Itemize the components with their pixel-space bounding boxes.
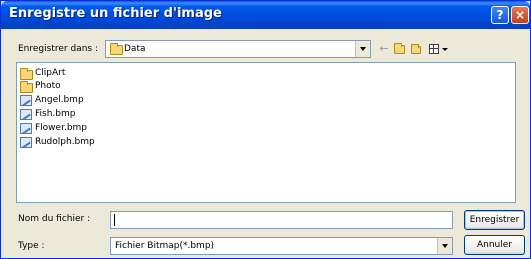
file-name: Photo — [35, 81, 61, 91]
dialog-title: Enregistre un fichier d'image — [9, 6, 222, 21]
view-menu-icon[interactable] — [429, 42, 451, 56]
file-name: Rudolph.bmp — [35, 137, 95, 147]
file-list[interactable]: ClipArt Photo Angel.bmp Fish.bmp Flower.… — [16, 62, 516, 203]
filename-input[interactable] — [110, 211, 453, 229]
file-name: Flower.bmp — [35, 123, 88, 133]
cancel-button[interactable]: Annuler — [464, 235, 525, 255]
filetype-combobox[interactable]: Fichier Bitmap(*.bmp) — [110, 237, 453, 255]
save-in-combobox[interactable]: Data — [105, 40, 371, 58]
folder-icon — [20, 81, 33, 93]
title-bar[interactable]: Enregistre un fichier d'image ? × — [1, 1, 530, 29]
file-name: Angel.bmp — [35, 95, 84, 105]
save-in-value: Data — [124, 44, 146, 54]
back-arrow-icon[interactable]: ← — [377, 42, 391, 56]
file-name: ClipArt — [35, 68, 66, 78]
save-button[interactable]: Enregistrer — [464, 210, 525, 230]
folder-icon — [110, 43, 123, 55]
save-in-label: Enregistrer dans : — [18, 44, 98, 54]
new-folder-icon[interactable] — [410, 42, 424, 56]
bitmap-file-icon — [20, 95, 32, 106]
text-caret — [114, 214, 115, 226]
help-button[interactable]: ? — [491, 6, 509, 24]
close-button[interactable]: × — [511, 6, 529, 24]
dropdown-arrow-icon[interactable] — [355, 41, 370, 57]
file-name: Fish.bmp — [35, 109, 76, 119]
bitmap-file-icon — [20, 123, 32, 134]
dropdown-arrow-icon[interactable] — [437, 238, 452, 254]
bitmap-file-icon — [20, 109, 32, 120]
folder-icon — [20, 68, 33, 80]
save-image-dialog: Enregistre un fichier d'image ? × Enregi… — [0, 0, 531, 259]
up-folder-icon[interactable] — [393, 42, 407, 56]
filetype-value: Fichier Bitmap(*.bmp) — [115, 241, 215, 251]
bitmap-file-icon — [20, 137, 32, 148]
filename-label: Nom du fichier : — [18, 214, 91, 224]
filetype-label: Type : — [18, 241, 45, 251]
